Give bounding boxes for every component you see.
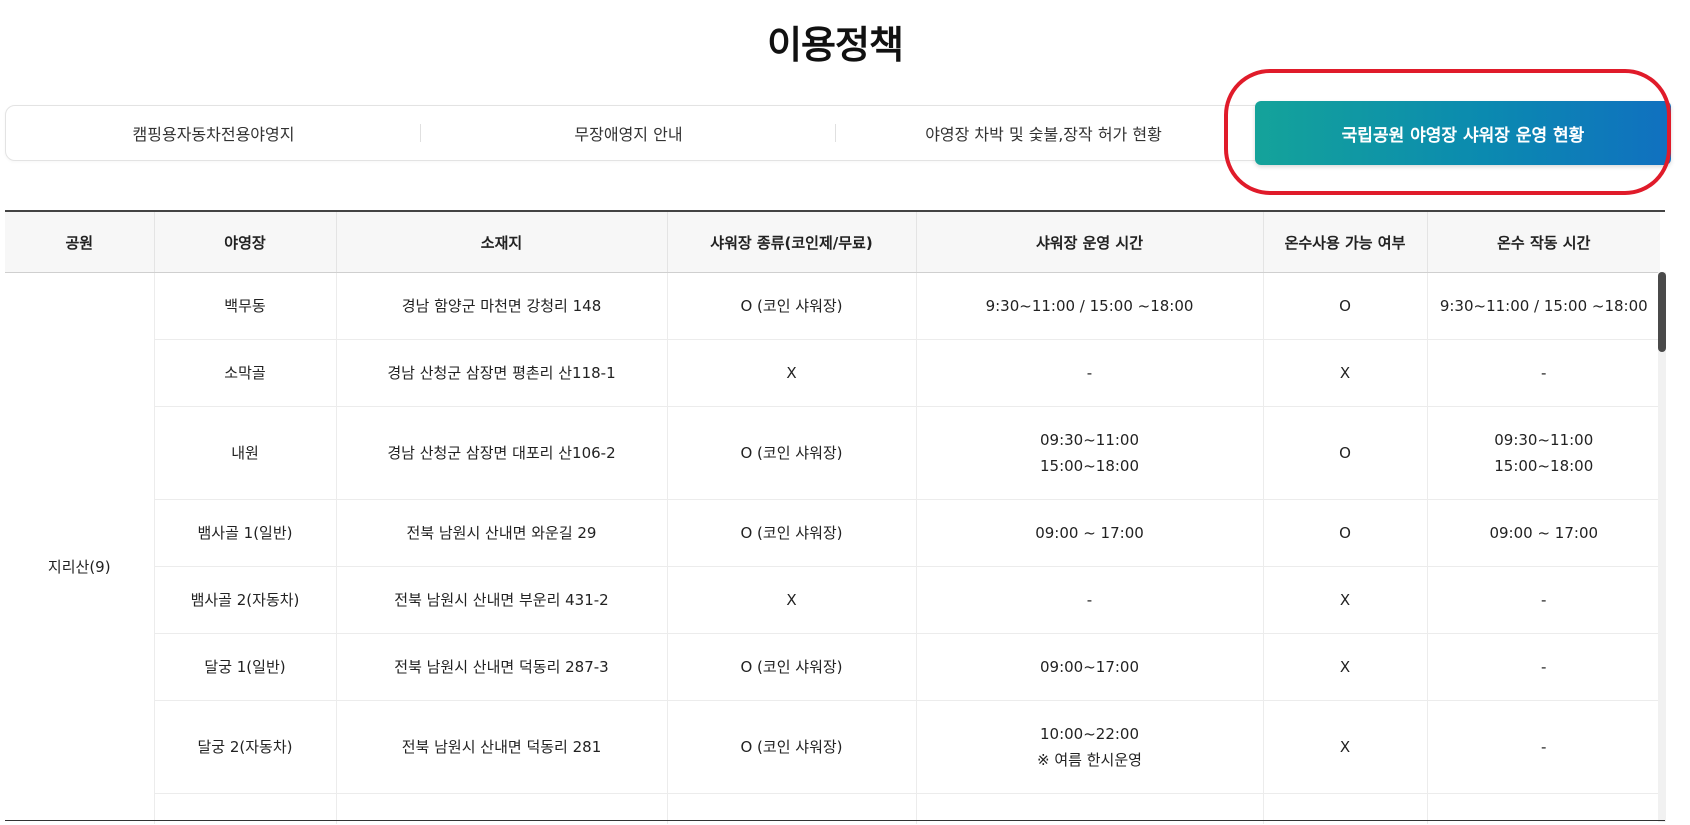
hot-water-hours-cell: 9:30~11:00 / 15:00 ~18:00 [1427,272,1660,340]
hot-water-hours-cell: 09:00 ~ 17:00 [1427,499,1660,567]
shower-hours-cell: 9:30~11:00 / 15:00 ~18:00 [916,272,1264,340]
hot-water-cell: X [1263,700,1428,794]
hot-water-cell: O [1263,272,1428,340]
shower-status-table-container: 공원 야영장 소재지 샤워장 종류(코인제/무료) 샤워장 운영 시간 온수사용… [5,210,1665,824]
hot-water-hours-line: 09:30~11:00 [1494,431,1594,449]
shower-type-cell: O (코인 샤워장) [667,272,917,340]
campsite-cell: 뱀사골 1(일반) [154,499,337,567]
shower-type-cell: O (코인 샤워장) [667,406,917,500]
header-shower-hours: 샤워장 운영 시간 [916,212,1264,273]
hot-water-hours-line: 9:30~11:00 / 15:00 ~18:00 [1439,297,1648,315]
hot-water-hours-cell: - [1427,566,1660,634]
header-campsite: 야영장 [154,212,337,273]
tab-barrier-free-site[interactable]: 무장애영지 안내 [421,106,836,160]
shower-hours-note: ※ 여름 한시운영 [1037,751,1142,769]
table-row: 뱀사골 1(일반) 전북 남원시 산내면 와운길 29 O (코인 샤워장) 0… [5,499,1660,567]
shower-hours-cell: 09:00~17:00 [916,633,1264,701]
address-cell: 전북 남원시 산내면 덕동리 287-3 [336,633,668,701]
hot-water-hours-line: 09:00 ~ 17:00 [1489,524,1599,542]
table-row: 지리산(9) 백무동 경남 함양군 마천면 강청리 148 O (코인 샤워장)… [5,272,1660,824]
hot-water-hours-line: - [1541,738,1547,756]
shower-hours-line: 15:00~18:00 [1039,457,1140,475]
hot-water-hours-line: 15:00~18:00 [1494,457,1594,475]
scrollbar-thumb[interactable] [1658,272,1666,352]
policy-tab-bar: 캠핑용자동차전용야영지 무장애영지 안내 야영장 차박 및 숯불,장작 허가 현… [5,101,1671,165]
shower-type-cell: X [667,339,917,407]
hot-water-hours-cell: 09:30~11:00 15:00~18:00 [1427,406,1660,500]
header-shower-type: 샤워장 종류(코인제/무료) [667,212,917,273]
shower-hours-line: 09:00 ~ 17:00 [1035,524,1144,542]
table-row: 달궁 1(일반) 전북 남원시 산내면 덕동리 287-3 O (코인 샤워장)… [5,633,1660,701]
header-hot-water-hours: 온수 작동 시간 [1427,212,1660,273]
address-cell: 경남 함양군 마천면 강청리 148 [336,272,668,340]
campsite-cell: 백무동 [154,272,337,340]
park-name-cell: 지리산(9) [5,272,155,824]
table-row: 달궁 2(자동차) 전북 남원시 산내면 덕동리 281 O (코인 샤워장) … [5,700,1660,794]
address-cell: 경남 산청군 삼장면 대포리 산106-2 [336,406,668,500]
hot-water-hours-line: - [1541,364,1547,382]
shower-hours-line: - [1086,591,1093,609]
header-hot-water: 온수사용 가능 여부 [1263,212,1428,273]
hot-water-cell: X [1263,566,1428,634]
campsite-cell: 내원 [154,406,337,500]
shower-hours-cell: 10:00~22:00 ※ 여름 한시운영 [916,700,1264,794]
hot-water-hours-cell: - [1427,700,1660,794]
header-park: 공원 [5,212,155,273]
shower-type-cell: O (코인 샤워장) [667,633,917,701]
address-cell: 경남 산청군 삼장면 평촌리 산118-1 [336,339,668,407]
shower-hours-cell: 09:30~11:00 15:00~18:00 [916,406,1264,500]
hot-water-hours-cell: - [1427,339,1660,407]
page-title: 이용정책 [767,23,904,67]
tab-camping-car-only-site[interactable]: 캠핑용자동차전용야영지 [6,106,421,160]
hot-water-hours-cell: - [1427,633,1660,701]
campsite-cell: 달궁 1(일반) [154,633,337,701]
table-row: 소막골 경남 산청군 삼장면 평촌리 산118-1 X - X - [5,339,1660,407]
table-header-row: 공원 야영장 소재지 샤워장 종류(코인제/무료) 샤워장 운영 시간 온수사용… [5,212,1660,273]
campsite-cell: 달궁 2(자동차) [154,700,337,794]
address-cell: 전북 남원시 산내면 부운리 431-2 [336,566,668,634]
hot-water-hours-line: - [1541,658,1547,676]
table-row: 뱀사골 2(자동차) 전북 남원시 산내면 부운리 431-2 X - X - [5,566,1660,634]
shower-type-cell: O (코인 샤워장) [667,499,917,567]
shower-type-cell: O (코인 샤워장) [667,700,917,794]
table-bottom-rule [5,820,1665,821]
shower-hours-line: 09:30~11:00 [1039,431,1140,449]
shower-hours-line: 10:00~22:00 [1039,725,1140,743]
campsite-cell: 뱀사골 2(자동차) [154,566,337,634]
campsite-cell: 소막골 [154,339,337,407]
shower-hours-line: 9:30~11:00 / 15:00 ~18:00 [985,297,1194,315]
table-scrollbar[interactable] [1658,272,1666,822]
header-address: 소재지 [336,212,668,273]
address-cell: 전북 남원시 산내면 덕동리 281 [336,700,668,794]
shower-type-cell: X [667,566,917,634]
hot-water-hours-line: - [1541,591,1547,609]
hot-water-cell: O [1263,406,1428,500]
shower-hours-line: - [1086,364,1093,382]
shower-hours-cell: - [916,339,1264,407]
shower-hours-cell: - [916,566,1264,634]
hot-water-cell: X [1263,339,1428,407]
hot-water-cell: X [1263,633,1428,701]
tab-car-camping-fire-permit[interactable]: 야영장 차박 및 숯불,장작 허가 현황 [836,106,1251,160]
shower-status-table: 공원 야영장 소재지 샤워장 종류(코인제/무료) 샤워장 운영 시간 온수사용… [5,212,1660,824]
shower-hours-line: 09:00~17:00 [1039,658,1140,676]
table-row: 내원 경남 산청군 삼장면 대포리 산106-2 O (코인 샤워장) 09:3… [5,406,1660,500]
tab-shower-status[interactable]: 국립공원 야영장 샤워장 운영 현황 [1255,101,1671,165]
hot-water-cell: O [1263,499,1428,567]
shower-hours-cell: 09:00 ~ 17:00 [916,499,1264,567]
address-cell: 전북 남원시 산내면 와운길 29 [336,499,668,567]
